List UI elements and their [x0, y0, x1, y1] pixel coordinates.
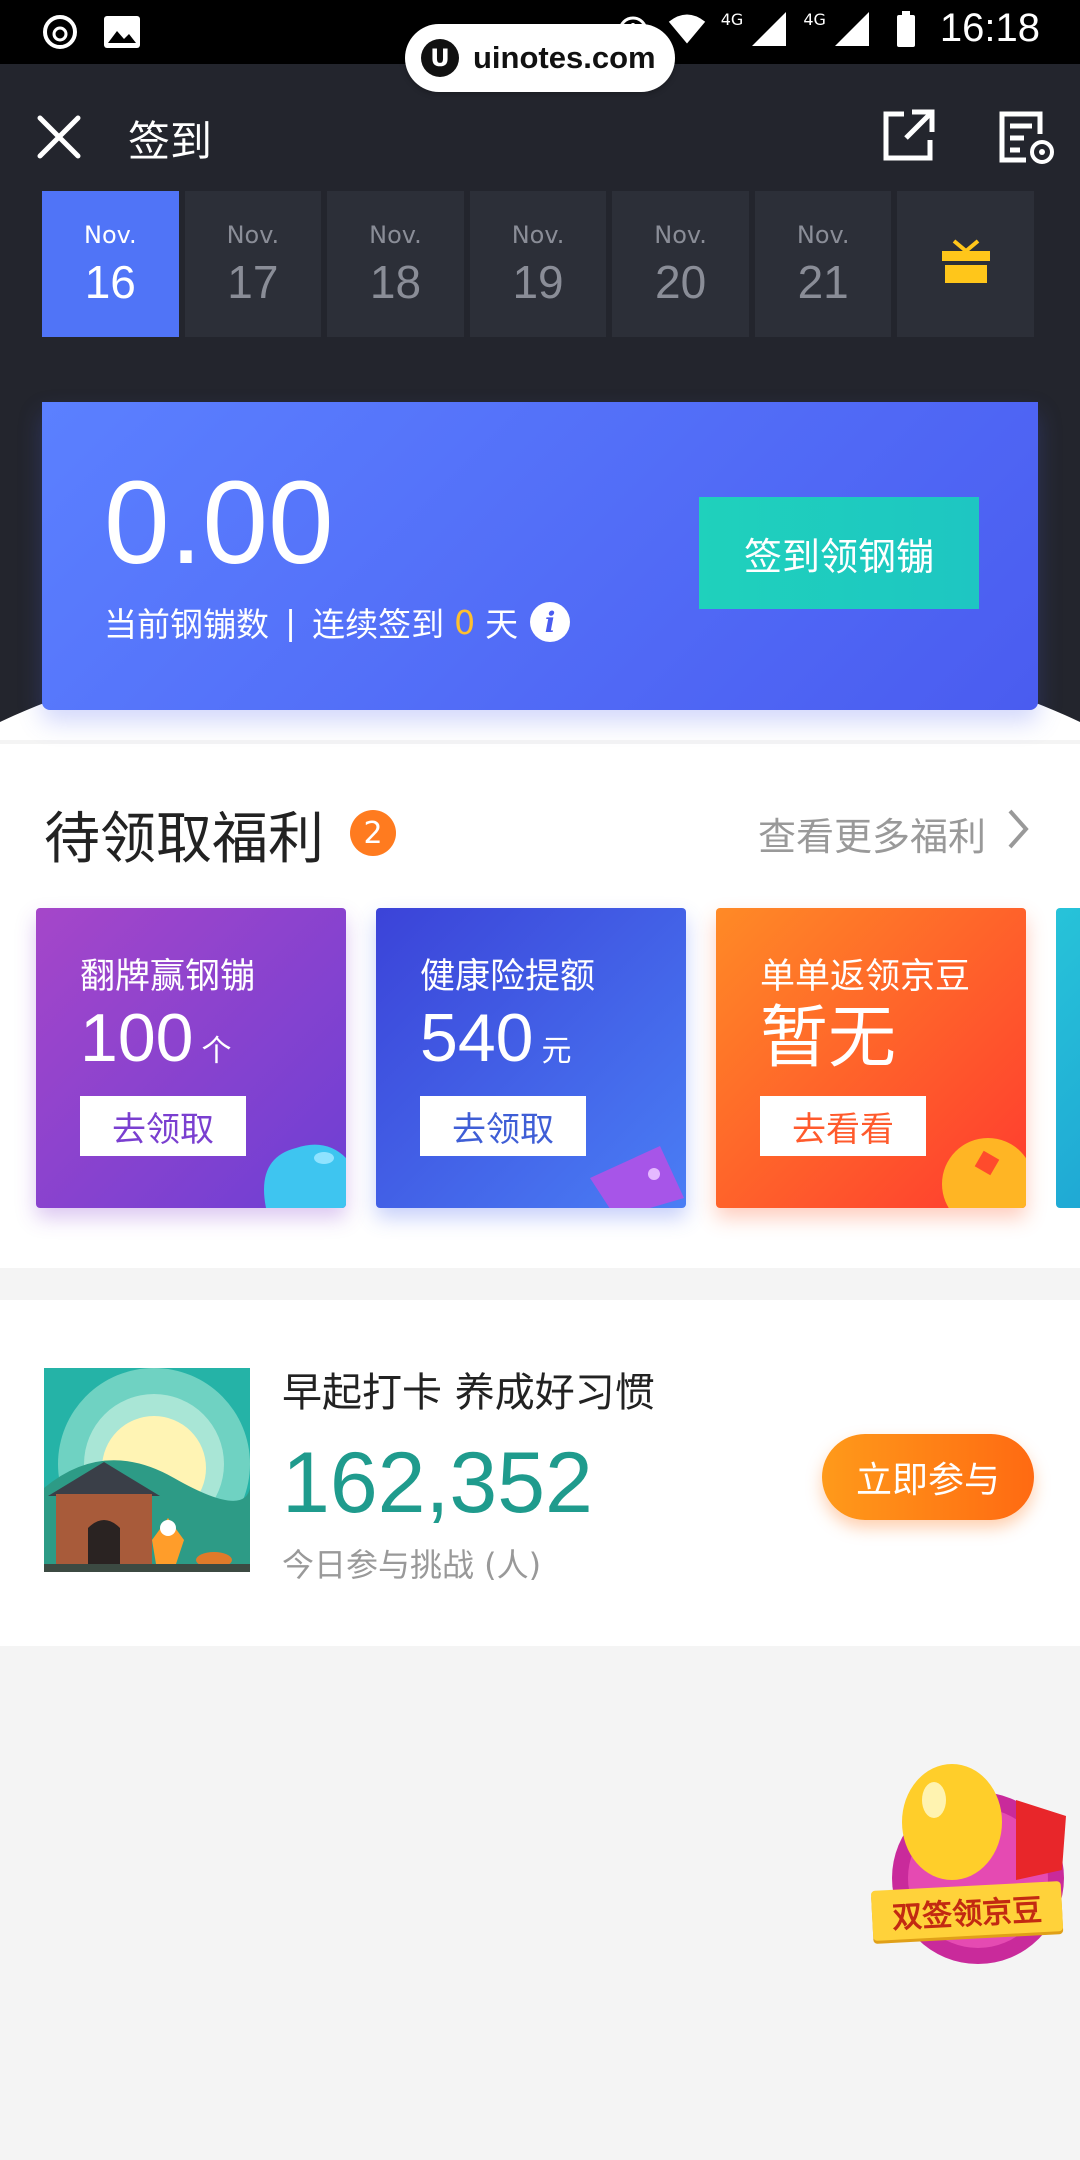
bean-bag-icon	[892, 1764, 1066, 1964]
bean-icon	[264, 1144, 346, 1208]
early-rise-illustration	[44, 1368, 250, 1572]
challenge-title: 早起打卡 养成好习惯	[282, 1370, 655, 1416]
date-item-active[interactable]: Nov. 16	[42, 191, 179, 337]
checkin-card: 0.00 当前钢镚数 | 连续签到 0 天 i 签到领钢镚	[42, 402, 1038, 710]
date-month: Nov.	[369, 221, 422, 249]
battery-icon	[886, 9, 926, 49]
page-title: 签到	[128, 117, 213, 166]
date-day: 19	[512, 256, 564, 308]
streak-days: 0	[454, 602, 476, 642]
date-month: Nov.	[654, 221, 707, 249]
claim-button[interactable]: 去领取	[420, 1096, 586, 1156]
double-sign-label: 双签领京豆	[870, 1881, 1064, 1941]
info-icon[interactable]: i	[530, 602, 571, 642]
signal-icon-2	[832, 9, 872, 49]
date-day: 16	[84, 256, 136, 308]
close-icon[interactable]	[34, 112, 84, 162]
date-item[interactable]: Nov. 17	[184, 191, 322, 337]
date-day: 21	[797, 256, 849, 308]
welfare-card-beans[interactable]: 单单返领京豆 暂无 去看看	[716, 908, 1026, 1208]
welfare-section: 待领取福利 2 查看更多福利 翻牌赢钢镚 100 个 去领取 健康险提额 540 元…	[0, 744, 1080, 1268]
wallet-icon	[590, 1146, 684, 1208]
checkin-summary: 当前钢镚数 | 连续签到 0 天 i	[104, 598, 571, 646]
challenge-section: 早起打卡 养成好习惯 162,352 今日参与挑战 (人) 立即参与	[0, 1300, 1080, 1646]
date-item[interactable]: Nov. 19	[469, 191, 607, 337]
coin-balance: 0.00	[104, 457, 334, 589]
double-sign-badge[interactable]: 双签领京豆	[866, 1760, 1080, 1972]
share-icon[interactable]	[880, 108, 936, 164]
date-day: 17	[227, 256, 279, 308]
streak-unit: 天	[485, 605, 519, 644]
date-strip: Nov. 16 Nov. 17 Nov. 18 Nov. 19 Nov. 20 …	[42, 191, 1035, 337]
rules-list-icon[interactable]	[996, 108, 1056, 168]
date-day: 18	[369, 256, 422, 308]
join-button[interactable]: 立即参与	[822, 1434, 1034, 1520]
balance-label: 当前钢镚数	[104, 605, 269, 644]
welfare-card-partial[interactable]	[1056, 908, 1080, 1208]
more-welfare-link[interactable]: 查看更多福利	[758, 806, 1030, 861]
date-month: Nov.	[796, 221, 850, 249]
date-item-gift[interactable]	[897, 191, 1035, 337]
netease-music-icon	[40, 12, 80, 52]
date-item[interactable]: Nov. 21	[754, 191, 892, 337]
more-welfare-label: 查看更多福利	[758, 815, 987, 859]
card-value: 暂无	[760, 1000, 897, 1076]
gift-icon	[940, 239, 992, 289]
chevron-right-icon	[1006, 807, 1030, 860]
wifi-icon	[667, 9, 707, 49]
welfare-cards: 翻牌赢钢镚 100 个 去领取 健康险提额 540 元 去领取 单单返领京豆 暂无 …	[0, 908, 1080, 1218]
checkin-button[interactable]: 签到领钢镚	[699, 497, 979, 609]
section-title: 待领取福利	[44, 807, 324, 872]
separator: |	[285, 602, 297, 642]
card-title: 健康险提额	[420, 957, 596, 997]
network-type-label: 4G	[720, 10, 744, 29]
card-title: 单单返领京豆	[760, 957, 971, 997]
clock: 16:18	[939, 6, 1040, 50]
welfare-card-flip[interactable]: 翻牌赢钢镚 100 个 去领取	[36, 908, 346, 1208]
date-month: Nov.	[226, 221, 280, 249]
claim-button[interactable]: 去领取	[80, 1096, 246, 1156]
date-day: 20	[655, 256, 707, 308]
date-month: Nov.	[83, 221, 137, 249]
date-item[interactable]: Nov. 18	[327, 191, 464, 337]
date-month: Nov.	[511, 221, 565, 249]
count-badge: 2	[350, 810, 396, 856]
network-type-label-2: 4G	[803, 10, 826, 29]
signal-icon	[749, 9, 789, 49]
watermark-text: uinotes.com	[473, 40, 656, 75]
watermark-logo: U	[421, 39, 459, 77]
watermark: U uinotes.com	[405, 24, 675, 92]
card-value: 540 元	[420, 1000, 572, 1076]
date-item[interactable]: Nov. 20	[612, 191, 749, 337]
card-title: 翻牌赢钢镚	[80, 957, 256, 997]
coin-icon	[942, 1138, 1026, 1208]
image-icon	[102, 12, 142, 52]
view-button[interactable]: 去看看	[760, 1096, 926, 1156]
participant-count: 162,352	[282, 1435, 593, 1531]
streak-label: 连续签到	[312, 605, 445, 644]
welfare-card-insurance[interactable]: 健康险提额 540 元 去领取	[376, 908, 686, 1208]
card-value: 100 个	[80, 1000, 232, 1076]
participant-label: 今日参与挑战 (人)	[282, 1546, 542, 1584]
